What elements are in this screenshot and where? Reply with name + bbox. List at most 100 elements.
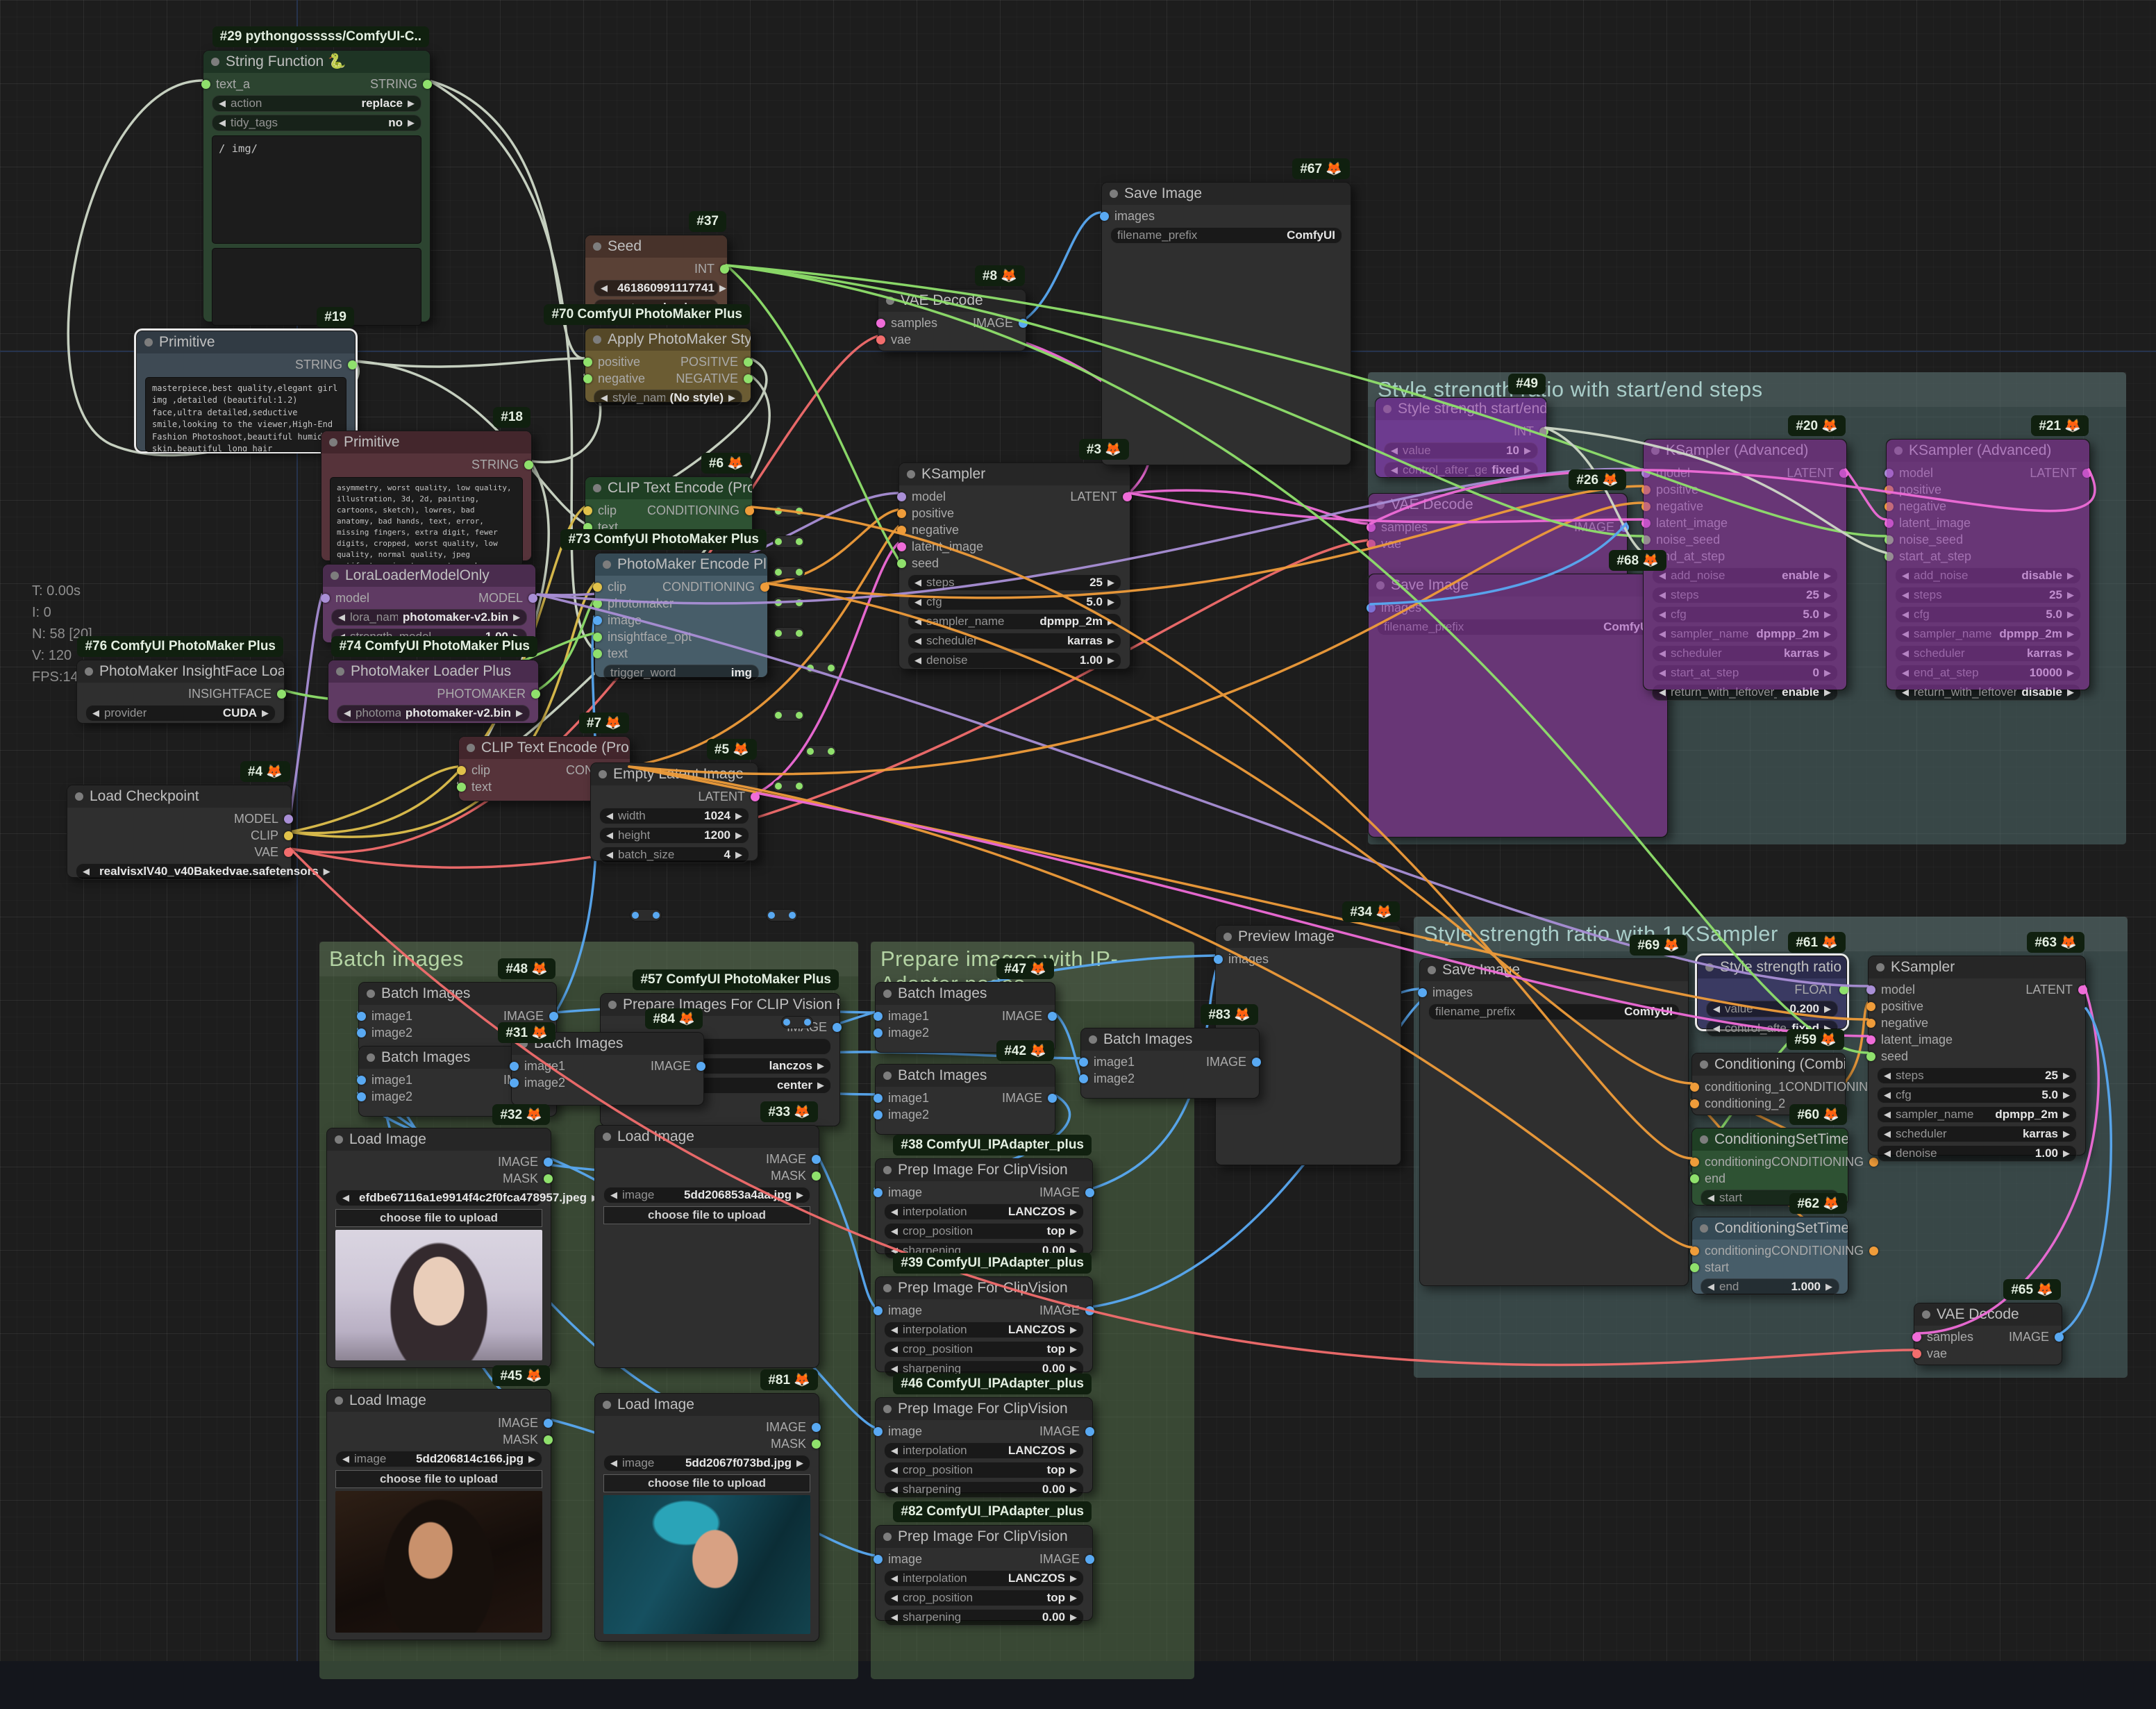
widget-value[interactable]: ◀ value 10 ▶ — [1384, 442, 1538, 459]
input-slot-text_a[interactable]: text_a — [201, 77, 250, 92]
collapse-dot-icon[interactable] — [1894, 447, 1903, 455]
input-port-icon[interactable] — [874, 1110, 883, 1119]
increment-arrow-icon[interactable]: ▶ — [1070, 1344, 1077, 1355]
widget-ckpt_name[interactable]: ◀ckpt_namerealvisxlV40_v40Bakedvae.safet… — [76, 863, 331, 880]
output-slot-image[interactable]: IMAGE — [1039, 1424, 1094, 1439]
node-load-image-81[interactable]: Load Image IMAGE MASK ◀ image 5dd2067f073bd.j… — [594, 1393, 821, 1642]
widget-sharpening[interactable]: ◀ sharpening 0.00 ▶ — [884, 1609, 1084, 1626]
input-port-icon[interactable] — [874, 1306, 883, 1315]
collapse-dot-icon[interactable] — [75, 792, 83, 801]
output-slot-latent[interactable]: LATENT — [2030, 466, 2091, 481]
node-string-function[interactable]: String Function 🐍 text_a STRING ◀ action repl… — [201, 50, 432, 326]
input-slot-vae[interactable]: vae — [876, 333, 911, 347]
widget-value[interactable]: ◀value461860991117741▶ — [594, 280, 726, 297]
widget-scheduler[interactable]: ◀ scheduler karras ▶ — [1877, 1126, 2077, 1142]
collapse-dot-icon[interactable] — [367, 990, 375, 998]
reroute-out-port-icon[interactable] — [796, 783, 803, 790]
input-port-icon[interactable] — [593, 632, 602, 642]
input-port-icon[interactable] — [1866, 1001, 1875, 1011]
input-slot-latent_image[interactable]: latent_image — [897, 540, 983, 554]
widget-interpolation[interactable]: ◀ interpolation LANCZOS ▶ — [884, 1322, 1084, 1338]
input-slot-image2[interactable]: image2 — [874, 1026, 929, 1040]
increment-arrow-icon[interactable]: ▶ — [796, 1190, 803, 1201]
input-slot-images[interactable]: images — [1100, 209, 1155, 224]
reroute-in-port-icon[interactable] — [632, 912, 639, 919]
input-slot-image2[interactable]: image2 — [357, 1090, 412, 1104]
decrement-arrow-icon[interactable]: ◀ — [891, 1612, 898, 1623]
output-port-icon[interactable] — [1019, 318, 1028, 328]
node-vae-decode-main[interactable]: VAE Decode samples IMAGE vae — [876, 289, 1028, 351]
widget-filename_prefix[interactable]: filename_prefix ComfyUI — [1110, 227, 1342, 244]
reroute-out-port-icon[interactable] — [796, 569, 803, 576]
increment-arrow-icon[interactable]: ▶ — [1824, 687, 1831, 698]
upload-button[interactable]: choose file to upload — [335, 1209, 542, 1227]
widget-cfg[interactable]: ◀ cfg 5.0 ▶ — [908, 594, 1121, 610]
decrement-arrow-icon[interactable]: ◀ — [610, 1190, 617, 1201]
collapse-dot-icon[interactable] — [593, 335, 601, 344]
input-port-icon[interactable] — [897, 508, 906, 518]
reroute-in-port-icon[interactable] — [775, 538, 782, 545]
input-slot-photomaker[interactable]: photomaker — [593, 597, 674, 611]
increment-arrow-icon[interactable]: ▶ — [1524, 465, 1531, 476]
input-slot-latent_image[interactable]: latent_image — [1641, 516, 1728, 531]
node-header[interactable]: VAE Decode — [1369, 494, 1627, 516]
node-prep-image-clipvision-46[interactable]: Prep Image For ClipVision image IMAGE ◀ inte… — [874, 1397, 1094, 1498]
increment-arrow-icon[interactable]: ▶ — [817, 1060, 824, 1072]
decrement-arrow-icon[interactable]: ◀ — [1902, 570, 1909, 581]
node-header[interactable]: Preview Image — [1216, 926, 1401, 948]
decrement-arrow-icon[interactable]: ◀ — [891, 1344, 898, 1355]
output-port-icon[interactable] — [1085, 1187, 1094, 1197]
output-port-icon[interactable] — [1252, 1057, 1261, 1067]
input-port-icon[interactable] — [1641, 468, 1651, 478]
input-port-icon[interactable] — [874, 1426, 883, 1436]
decrement-arrow-icon[interactable]: ◀ — [1902, 687, 1909, 698]
output-slot-mask[interactable]: MASK — [503, 1172, 553, 1186]
output-port-icon[interactable] — [1620, 522, 1629, 532]
output-slot-image[interactable]: IMAGE — [766, 1152, 821, 1167]
input-port-icon[interactable] — [510, 1061, 519, 1071]
input-port-icon[interactable] — [1885, 535, 1894, 544]
input-port-icon[interactable] — [1367, 603, 1376, 612]
collapse-dot-icon[interactable] — [1700, 1224, 1708, 1233]
widget-crop_position[interactable]: ◀ crop_position top ▶ — [884, 1223, 1084, 1240]
node-header[interactable]: KSampler (Advanced) — [1887, 440, 2089, 462]
increment-arrow-icon[interactable]: ▶ — [817, 1080, 824, 1091]
reroute-node[interactable] — [805, 745, 837, 758]
node-apply-photomaker-style[interactable]: Apply PhotoMaker Style positive POSITIVE ne… — [583, 328, 753, 406]
output-slot-string[interactable]: STRING — [370, 77, 432, 92]
node-header[interactable]: Prep Image For ClipVision — [876, 1277, 1092, 1299]
node-header[interactable]: Load Image — [327, 1390, 551, 1412]
collapse-dot-icon[interactable] — [603, 1133, 611, 1141]
node-header[interactable]: Save Image — [1369, 574, 1667, 597]
widget-start_at_step[interactable]: ◀ start_at_step 0 ▶ — [1652, 665, 1838, 681]
input-slot-samples[interactable]: samples — [1912, 1330, 1973, 1344]
input-port-icon[interactable] — [1866, 1035, 1875, 1044]
node-header[interactable]: Conditioning (Combine) — [1692, 1053, 1845, 1076]
widget-crop_position[interactable]: ◀ crop_position top ▶ — [884, 1341, 1084, 1358]
decrement-arrow-icon[interactable]: ◀ — [891, 1573, 898, 1584]
reroute-node[interactable] — [630, 909, 662, 922]
widget-cfg[interactable]: ◀ cfg 5.0 ▶ — [1652, 606, 1838, 623]
collapse-dot-icon[interactable] — [1110, 190, 1118, 198]
input-slot-images[interactable]: images — [1418, 985, 1473, 1000]
node-header[interactable]: Save Image — [1420, 959, 1688, 981]
input-slot-image1[interactable]: image1 — [357, 1009, 412, 1024]
output-port-icon[interactable] — [2055, 1332, 2064, 1342]
increment-arrow-icon[interactable]: ▶ — [1070, 1206, 1077, 1217]
collapse-dot-icon[interactable] — [1089, 1035, 1097, 1044]
reroute-node[interactable] — [766, 909, 798, 922]
decrement-arrow-icon[interactable]: ◀ — [1659, 628, 1666, 640]
reroute-out-port-icon[interactable] — [796, 508, 803, 515]
collapse-dot-icon[interactable] — [1700, 1060, 1708, 1069]
output-slot-image[interactable]: IMAGE — [766, 1420, 821, 1435]
output-slot-image[interactable]: IMAGE — [973, 316, 1028, 331]
reroute-in-port-icon[interactable] — [775, 712, 782, 719]
output-slot-image[interactable]: IMAGE — [1039, 1552, 1094, 1567]
output-slot-latent[interactable]: LATENT — [1787, 466, 1848, 481]
node-header[interactable]: PhotoMaker InsightFace Loader — [77, 660, 284, 683]
collapse-dot-icon[interactable] — [883, 990, 892, 998]
node-header[interactable]: ConditioningSetTimestepRange — [1692, 1217, 1848, 1240]
increment-arrow-icon[interactable]: ▶ — [2067, 687, 2074, 698]
input-port-icon[interactable] — [1641, 518, 1651, 528]
input-port-icon[interactable] — [1912, 1332, 1921, 1342]
